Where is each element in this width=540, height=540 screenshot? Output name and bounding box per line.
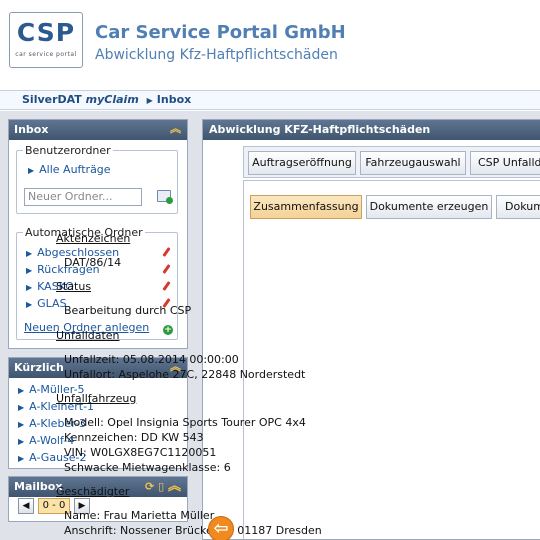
main-panel: Abwicklung KFZ-Haftpflichtschäden Auftra… (202, 119, 540, 540)
triangle-right-icon: ▶ (26, 249, 33, 258)
edit-icon[interactable] (162, 264, 172, 274)
all-orders-link[interactable]: ▶ Alle Aufträge (28, 163, 111, 176)
tab-zusammenfassung[interactable]: Zusammenfassung (250, 195, 362, 219)
inbox-title: Inbox (14, 123, 49, 136)
breadcrumb-myclaim[interactable]: myClaim (86, 93, 139, 106)
triangle-right-icon: ▶ (28, 166, 35, 175)
unfallfahrzeug-heading: Unfallfahrzeug (56, 392, 137, 405)
main-panel-header: Abwicklung KFZ-Haftpflichtschäden (203, 120, 540, 140)
status-value: Bearbeitung durch CSP (64, 304, 192, 317)
modell-value: Modell: Opel Insignia Sports Tourer OPC … (64, 416, 306, 429)
recent-title: Kürzlich (14, 361, 64, 374)
edit-icon[interactable] (162, 247, 172, 257)
user-folders-legend: Benutzerordner (23, 144, 113, 157)
summary-area: Zusammenfassung Dokumente erzeugen Dokum (243, 180, 540, 539)
geschaedigter-heading: Geschädigter (56, 485, 130, 498)
collapse-icon[interactable]: ︽ (168, 479, 181, 494)
edit-icon[interactable] (162, 281, 172, 291)
triangle-right-icon: ▶ (26, 300, 33, 309)
folder-glas[interactable]: ▶ GLAS (26, 297, 67, 310)
app-header: CSP car service portal Car Service Porta… (0, 0, 540, 90)
mailbox-tools: ⟳ ▯ ︽ (145, 477, 181, 497)
mietwagen-value: Schwacke Mietwagenklasse: 6 (64, 461, 231, 474)
triangle-right-icon: ▶ (26, 283, 33, 292)
collapse-icon[interactable]: ︽ (170, 120, 181, 138)
breadcrumb: SilverDAT myClaim ▶ Inbox (0, 90, 540, 110)
top-tabbar: Auftragseröffnung Fahrzeugauswahl CSP Un… (243, 146, 540, 178)
folder-label: GLAS (37, 297, 67, 310)
inbox-panel-header: Inbox ︽ (9, 120, 187, 140)
all-orders-label: Alle Aufträge (39, 163, 111, 176)
triangle-right-icon: ▶ (18, 386, 25, 395)
triangle-right-icon: ▶ (18, 437, 25, 446)
new-folder-input[interactable]: Neuer Ordner... (24, 188, 142, 206)
kennzeichen-value: Kennzeichen: DD KW 543 (64, 431, 204, 444)
logo-subtext: car service portal (15, 51, 77, 58)
triangle-right-icon: ▶ (18, 420, 25, 429)
logo-text: CSP (16, 18, 76, 47)
tab-auftragseroeffnung[interactable]: Auftragseröffnung (248, 151, 356, 175)
unfallzeit-value: Unfallzeit: 05.08.2014 00:00:00 (64, 353, 239, 366)
unfalldaten-heading: Unfalldaten (56, 329, 120, 342)
csp-logo: CSP car service portal (9, 12, 83, 68)
triangle-right-icon: ▶ (18, 403, 25, 412)
triangle-right-icon: ▶ (18, 454, 25, 463)
status-heading: Status (56, 280, 92, 293)
tab-csp-unfalldokumentation[interactable]: CSP Unfalldo (470, 151, 540, 175)
name-value: Name: Frau Marietta Müller (64, 509, 215, 522)
add-folder-icon[interactable] (157, 190, 173, 204)
tab-dokumente[interactable]: Dokum (496, 195, 540, 219)
back-arrow-icon[interactable]: ⇦ (208, 516, 234, 540)
unfallort-value: Unfallort: Aspelohe 27C, 22848 Norderste… (64, 368, 306, 381)
app-subtitle: Abwicklung Kfz-Haftpflichtschäden (95, 47, 338, 63)
company-name: Car Service Portal GmbH (95, 22, 346, 43)
trash-icon[interactable]: ▯ (158, 480, 164, 493)
refresh-icon[interactable]: ⟳ (145, 480, 154, 493)
prev-button[interactable]: ◀ (18, 498, 34, 514)
aktenzeichen-heading: Aktenzeichen (56, 232, 131, 245)
anschrift-value: Anschrift: Nossener Brücke 10, 01187 Dre… (64, 524, 322, 537)
breadcrumb-separator-icon: ▶ (146, 96, 153, 105)
tab-dokumente-erzeugen[interactable]: Dokumente erzeugen (366, 195, 492, 219)
breadcrumb-inbox[interactable]: Inbox (157, 93, 191, 106)
vin-value: VIN: W0LGX8EG7C1120051 (64, 446, 217, 459)
aktenzeichen-value: DAT/86/14 (64, 256, 122, 269)
tab-fahrzeugauswahl[interactable]: Fahrzeugauswahl (360, 151, 466, 175)
triangle-right-icon: ▶ (26, 266, 33, 275)
add-icon[interactable]: + (163, 325, 173, 335)
breadcrumb-silverdat[interactable]: SilverDAT (22, 93, 82, 106)
